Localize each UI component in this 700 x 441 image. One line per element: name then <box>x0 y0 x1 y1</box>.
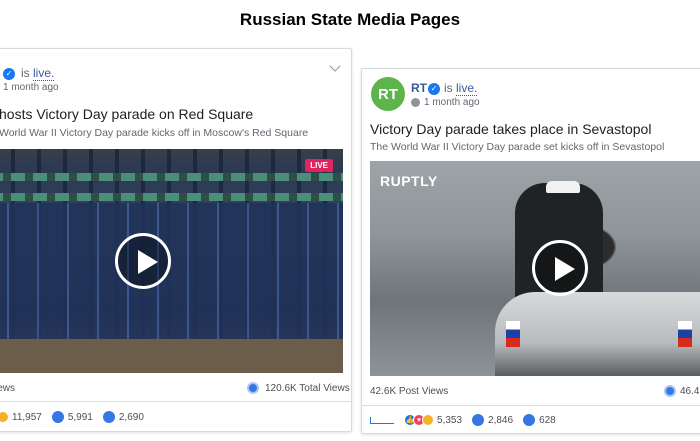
reaction-bar: 👍 ♥ 5,353 2,846 628 <box>404 414 566 426</box>
play-icon <box>555 257 575 281</box>
share-icon <box>102 411 115 423</box>
russian-flag-icon <box>678 321 692 347</box>
soldier-caps <box>0 193 343 201</box>
shares-count[interactable]: 2,690 <box>119 412 144 423</box>
page-name[interactable]: RT <box>411 81 427 95</box>
play-icon <box>138 250 158 274</box>
comments-count[interactable]: 5,991 <box>68 412 93 423</box>
wow-reaction-icon <box>0 411 9 423</box>
live-link[interactable]: live. <box>456 81 478 96</box>
live-badge: LIVE <box>305 159 333 172</box>
reaction-bar: 11,957 5,991 2,690 <box>0 411 154 423</box>
square-ground <box>0 339 343 373</box>
total-views[interactable]: 120.6K Total Views <box>265 383 350 394</box>
play-button[interactable] <box>115 233 171 289</box>
post-subline: World War II Victory Day parade kicks of… <box>0 127 309 139</box>
parade-car <box>495 292 700 376</box>
views-icon <box>247 382 259 394</box>
comment-icon <box>472 414 485 426</box>
live-status: is live. <box>21 66 55 81</box>
reactions-count[interactable]: 11,957 <box>12 412 42 423</box>
post-card-1: ✓ is live. 1 month ago hosts Victory Day… <box>0 48 352 432</box>
post-headline[interactable]: Victory Day parade takes place in Sevast… <box>370 121 651 137</box>
shares-count[interactable]: 628 <box>539 415 556 426</box>
soldier-caps <box>0 173 343 181</box>
post-header: RT RT ✓ is live. 1 month ago <box>362 69 700 119</box>
reactions-count[interactable]: 5,353 <box>437 415 462 426</box>
chevron-down-icon[interactable] <box>329 60 341 72</box>
divider <box>362 405 700 406</box>
live-link[interactable]: live. <box>33 66 55 81</box>
video-player[interactable]: RUPTLY <box>370 161 700 376</box>
underline-mark <box>370 417 394 424</box>
post-subline: The World War II Victory Day parade set … <box>370 141 665 153</box>
post-views: iews <box>0 383 16 394</box>
page-title: Russian State Media Pages <box>239 10 461 29</box>
post-header: ✓ is live. 1 month ago <box>0 49 351 99</box>
status-prefix: is <box>21 66 30 80</box>
post-timestamp[interactable]: 1 month ago <box>424 97 480 108</box>
verified-icon: ✓ <box>3 68 15 80</box>
post-views: 42.6K Post Views <box>370 386 449 397</box>
officer-cap <box>546 181 580 193</box>
live-status: is live. <box>444 81 478 96</box>
comment-icon <box>51 411 64 423</box>
comments-count[interactable]: 2,846 <box>488 415 513 426</box>
post-timestamp[interactable]: 1 month ago <box>3 82 59 93</box>
share-icon <box>523 414 536 426</box>
play-button[interactable] <box>532 240 588 296</box>
ruptly-watermark: RUPTLY <box>380 173 438 189</box>
soldier-ranks <box>0 203 343 353</box>
page-avatar[interactable]: RT <box>371 77 405 111</box>
verified-icon: ✓ <box>428 83 440 95</box>
haha-reaction-icon <box>422 414 434 426</box>
views-icon <box>664 385 676 397</box>
post-headline[interactable]: hosts Victory Day parade on Red Square <box>0 106 253 122</box>
globe-icon <box>411 98 420 107</box>
status-prefix: is <box>444 81 453 95</box>
post-card-2: RT RT ✓ is live. 1 month ago Victory Day… <box>361 68 700 434</box>
divider <box>0 401 351 402</box>
russian-flag-icon <box>506 321 520 347</box>
video-player[interactable]: LIVE <box>0 149 343 373</box>
total-views[interactable]: 46.4K <box>680 386 700 397</box>
